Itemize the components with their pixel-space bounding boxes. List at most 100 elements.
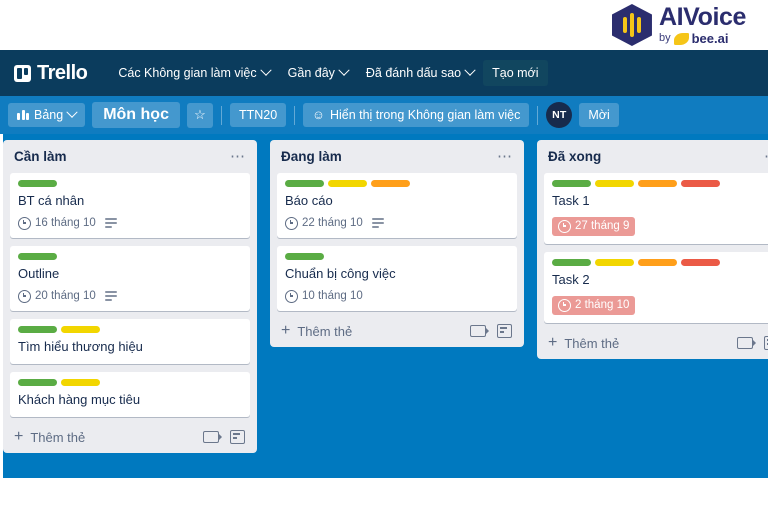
due-date-label: 16 tháng 10: [35, 217, 96, 230]
list-title[interactable]: Đang làm: [281, 149, 342, 164]
card[interactable]: Outline 20 tháng 10: [10, 245, 250, 311]
clock-icon: [558, 219, 571, 233]
card[interactable]: Báo cáo 22 tháng 10: [277, 173, 517, 238]
bee-icon: [673, 32, 689, 45]
card[interactable]: Khách hàng mục tiêu: [10, 371, 250, 417]
card[interactable]: Tìm hiểu thương hiệu: [10, 318, 250, 364]
card-badges: 10 tháng 10: [285, 289, 509, 303]
list-footer-icons: [203, 430, 245, 445]
card-title: Tìm hiểu thương hiệu: [18, 338, 143, 354]
brand-bee-label: bee.ai: [691, 31, 729, 46]
clock-icon: [18, 289, 31, 303]
add-card-button[interactable]: + Thêm thẻ: [281, 323, 352, 339]
card[interactable]: BT cá nhân 16 tháng 10: [10, 173, 250, 238]
card-labels: [18, 180, 242, 187]
list-footer: + Thêm thẻ: [277, 319, 517, 342]
create-new-button[interactable]: Tạo mới: [483, 60, 548, 86]
due-date-badge[interactable]: 22 tháng 10: [285, 216, 363, 230]
avatar[interactable]: NT: [546, 102, 573, 128]
create-from-template-icon[interactable]: [203, 431, 222, 444]
nav-item-starred[interactable]: Đã đánh dấu sao: [357, 60, 483, 86]
card-badges: 2 tháng 10: [552, 295, 768, 315]
due-date-label: 10 tháng 10: [302, 290, 363, 303]
list-menu-icon[interactable]: ⋯: [764, 149, 768, 164]
aivoice-hex-icon: [611, 4, 652, 46]
aivoice-logo: AIVoice by bee.ai: [611, 4, 746, 46]
card-label[interactable]: [328, 180, 367, 187]
card[interactable]: Chuẩn bị công việc 10 tháng 10: [277, 245, 517, 311]
create-from-template-icon[interactable]: [470, 325, 489, 338]
card[interactable]: Task 1 27 tháng 9: [544, 173, 768, 244]
card-label[interactable]: [595, 180, 634, 187]
star-icon[interactable]: ☆: [186, 102, 213, 128]
list-menu-icon[interactable]: ⋯: [230, 149, 246, 164]
card-label[interactable]: [371, 180, 410, 187]
nav-item-workspaces[interactable]: Các Không gian làm việc: [109, 60, 278, 86]
due-date-badge[interactable]: 20 tháng 10: [18, 289, 96, 303]
card-badges: 22 tháng 10: [285, 216, 509, 230]
trello-home-link[interactable]: Trello: [10, 61, 88, 85]
clock-icon: [558, 298, 571, 312]
board-visibility-button[interactable]: ☺ Hiển thị trong Không gian làm việc: [303, 103, 530, 127]
due-date-badge[interactable]: 10 tháng 10: [285, 289, 363, 303]
card-label[interactable]: [638, 180, 677, 187]
card-label[interactable]: [681, 180, 720, 187]
workspace-button[interactable]: TTN20: [229, 103, 287, 127]
card-label[interactable]: [681, 258, 720, 266]
card-label[interactable]: [61, 325, 100, 333]
chevron-down-icon: [464, 64, 476, 76]
due-date-label: 22 tháng 10: [302, 217, 363, 230]
brand-by-label: by: [658, 32, 671, 44]
card-label[interactable]: [18, 325, 57, 333]
board-header-bar: Bảng Môn học ☆ TTN20 ☺ Hiển thị trong Kh…: [0, 96, 768, 134]
card-label[interactable]: [18, 180, 57, 187]
card-labels: [18, 252, 242, 260]
card-label[interactable]: [18, 252, 57, 260]
board-list: Đang làm ⋯ Báo cáo 22 tháng 10 Chuẩn bị công…: [270, 140, 524, 347]
card-badges: 16 tháng 10: [18, 216, 242, 230]
add-card-button[interactable]: + Thêm thẻ: [548, 335, 619, 351]
card-template-icon[interactable]: [764, 336, 768, 351]
card-title: Báo cáo: [285, 193, 333, 208]
list-title[interactable]: Đã xong: [548, 149, 601, 164]
board-canvas: Cần làm ⋯ BT cá nhân 16 tháng 10 Outline 20 t…: [0, 134, 768, 478]
card-label[interactable]: [552, 258, 591, 266]
nav-item-recent[interactable]: Gần đây: [279, 60, 357, 86]
card-template-icon[interactable]: [230, 430, 245, 445]
card-label[interactable]: [638, 258, 677, 266]
card-label[interactable]: [18, 378, 57, 386]
list-menu-icon[interactable]: ⋯: [497, 149, 513, 164]
card-labels: [552, 258, 768, 266]
card-label[interactable]: [285, 252, 324, 260]
list-header: Cần làm ⋯: [10, 148, 250, 173]
card-label[interactable]: [595, 258, 634, 266]
people-icon: ☺: [312, 108, 325, 122]
card-title: Task 2: [552, 271, 590, 287]
card-badges: 27 tháng 9: [552, 216, 768, 236]
description-icon: [104, 291, 117, 302]
invite-label: Mời: [588, 108, 610, 122]
trello-wordmark: Trello: [37, 61, 88, 84]
list-footer-icons: [470, 324, 512, 339]
create-from-template-icon[interactable]: [737, 337, 756, 350]
due-date-badge[interactable]: 2 tháng 10: [552, 295, 636, 315]
card-label[interactable]: [61, 378, 100, 386]
add-card-button[interactable]: + Thêm thẻ: [14, 429, 85, 445]
card-label[interactable]: [285, 180, 324, 187]
board-title[interactable]: Môn học: [92, 102, 180, 128]
description-icon: [104, 218, 117, 229]
due-date-badge[interactable]: 27 tháng 9: [552, 216, 636, 236]
list-header: Đã xong ⋯: [544, 148, 768, 173]
list-title[interactable]: Cần làm: [14, 149, 67, 164]
due-date-badge[interactable]: 16 tháng 10: [18, 216, 96, 230]
card-labels: [18, 325, 242, 333]
card-badges: 20 tháng 10: [18, 289, 242, 303]
card-template-icon[interactable]: [497, 324, 512, 339]
brand-text: AIVoice by bee.ai: [658, 5, 746, 46]
card[interactable]: Task 2 2 tháng 10: [544, 251, 768, 323]
board-view-switcher[interactable]: Bảng: [8, 103, 86, 127]
invite-button[interactable]: Mời: [579, 103, 619, 127]
card-title: Khách hàng mục tiêu: [18, 391, 141, 407]
board-view-label: Bảng: [34, 108, 64, 122]
card-label[interactable]: [552, 180, 591, 187]
